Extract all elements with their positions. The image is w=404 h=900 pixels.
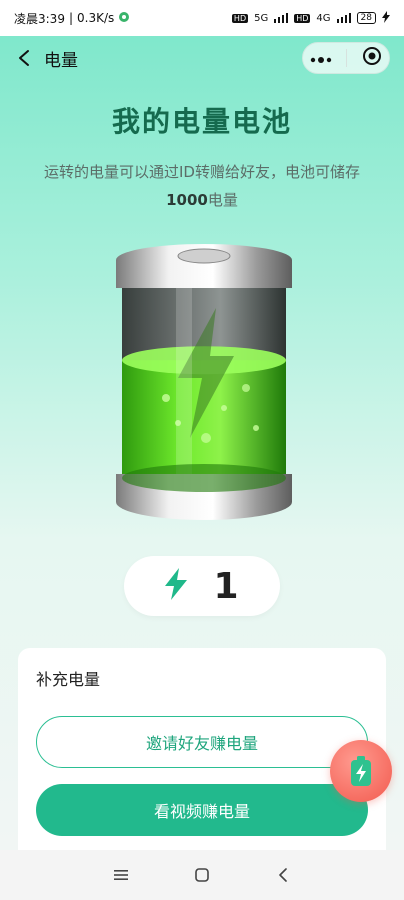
hero-desc-strong: 1000 xyxy=(166,191,208,209)
watch-video-button[interactable]: 看视频赚电量 xyxy=(36,784,368,836)
mini-program-capsule xyxy=(302,42,390,74)
capsule-divider xyxy=(346,49,348,67)
hd-badge-1: HD xyxy=(231,13,249,23)
back-arrow-icon[interactable] xyxy=(14,48,34,68)
invite-friends-button[interactable]: 邀请好友赚电量 xyxy=(36,716,368,768)
battery-illustration xyxy=(106,238,302,528)
energy-count-value: 1 xyxy=(213,565,239,607)
charging-icon xyxy=(382,10,390,26)
hd-badge-2: HD xyxy=(294,13,311,23)
status-net-speed: 0.3K/s xyxy=(77,11,115,25)
home-icon[interactable] xyxy=(190,863,214,887)
network-gen-2: 4G xyxy=(316,12,331,24)
signal-icon-2 xyxy=(336,13,351,23)
target-icon[interactable] xyxy=(362,46,382,70)
page-title: 电量 xyxy=(44,50,78,71)
network-gen-1: 5G xyxy=(254,12,269,24)
energy-count-pill: 1 xyxy=(124,556,280,616)
more-dots-icon[interactable] xyxy=(310,49,332,68)
menu-icon[interactable] xyxy=(109,863,133,887)
system-nav-bar xyxy=(0,850,404,900)
wechat-status-icon xyxy=(118,11,130,26)
hero-desc-part1: 运转的电量可以通过ID转赠给好友，电池可储存 xyxy=(44,163,360,181)
hero-title: 我的电量电池 xyxy=(111,105,292,138)
status-right: HD 5G HD 4G 28 xyxy=(231,10,390,26)
hero-description: 运转的电量可以通过ID转赠给好友，电池可储存 1000电量 xyxy=(36,158,368,214)
signal-icon-1 xyxy=(274,13,289,23)
lightning-bolt-icon xyxy=(165,568,188,604)
status-left: 凌晨3:39 | 0.3K/s xyxy=(14,10,130,27)
status-bar: 凌晨3:39 | 0.3K/s HD 5G HD 4G 28 xyxy=(0,0,404,36)
title-bar: 电量 xyxy=(0,36,404,80)
battery-svg xyxy=(116,244,292,520)
status-divider: | xyxy=(68,11,73,25)
status-time: 凌晨3:39 xyxy=(14,11,65,26)
battery-status-icon: 28 xyxy=(356,12,376,24)
recharge-card: 补充电量 邀请好友赚电量 看视频赚电量 xyxy=(18,648,386,868)
back-nav-icon[interactable] xyxy=(271,863,295,887)
battery-gift-icon[interactable] xyxy=(330,740,392,802)
hero-desc-part2: 电量 xyxy=(207,191,238,209)
card-title: 补充电量 xyxy=(36,670,101,689)
battery-status-value: 28 xyxy=(360,13,372,23)
